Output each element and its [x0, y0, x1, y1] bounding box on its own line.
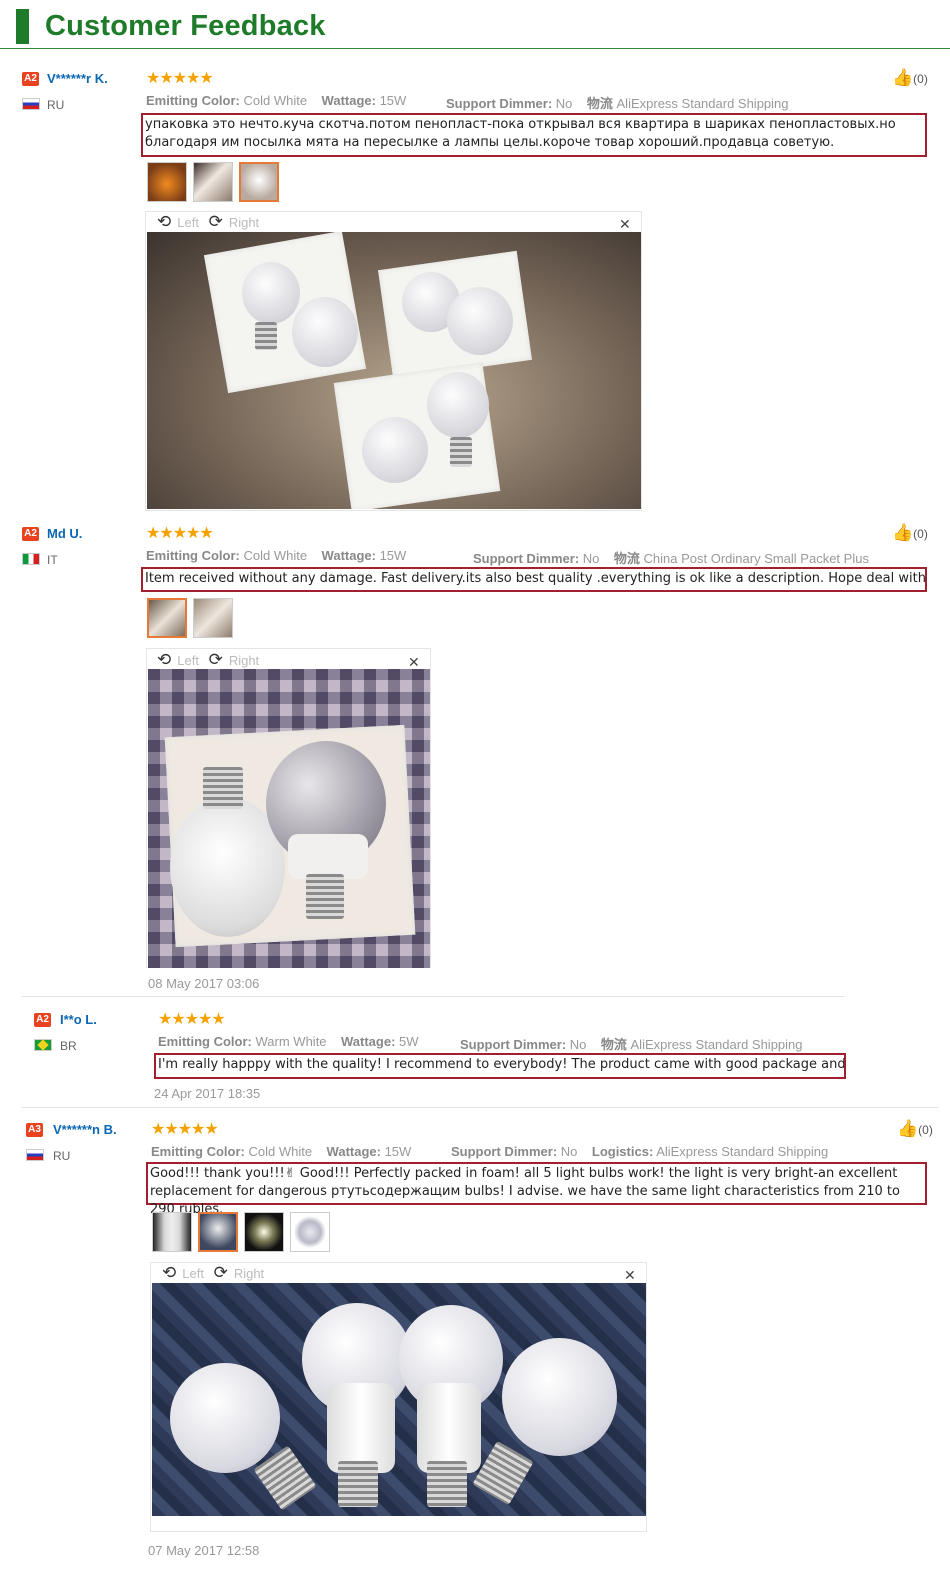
- rotate-right-icon[interactable]: ⟳: [214, 1263, 228, 1282]
- rotate-left-button[interactable]: Left: [177, 653, 199, 668]
- reviewer-name[interactable]: V******n B.: [53, 1122, 117, 1137]
- level-badge: A2: [34, 1013, 51, 1027]
- review-thumbnail[interactable]: [193, 598, 233, 638]
- review-photo: [152, 1283, 646, 1516]
- review-attributes: Emitting Color: Cold White Wattage: 15W: [151, 1144, 412, 1159]
- reviewer-name[interactable]: I**o L.: [60, 1012, 97, 1027]
- flag-ru-icon: [26, 1149, 44, 1161]
- flag-ru-icon: [22, 98, 40, 110]
- reviewer-country: RU: [53, 1149, 71, 1163]
- review-thumbnail[interactable]: [152, 1212, 192, 1252]
- reviewer-name[interactable]: Md U.: [47, 526, 82, 541]
- review-attributes: Emitting Color: Warm White Wattage: 5W: [158, 1034, 419, 1049]
- viewer-toolbar: ⟲ Left ⟳ Right: [157, 650, 265, 670]
- flag-br-icon: [34, 1039, 52, 1051]
- review-attributes: Emitting Color: Cold White Wattage: 15W: [146, 93, 407, 108]
- rating-stars: ★★★★★: [158, 1011, 226, 1028]
- rotate-left-icon[interactable]: ⟲: [162, 1263, 176, 1282]
- rating-stars: ★★★★★: [146, 70, 214, 87]
- review-photo: [147, 232, 641, 509]
- page-title: Customer Feedback: [45, 10, 326, 42]
- review-attributes-2: Support Dimmer: No 物流 AliExpress Standar…: [460, 1037, 803, 1052]
- level-badge: A3: [26, 1123, 43, 1137]
- header-accent-bar: [16, 9, 29, 44]
- like-button[interactable]: 👍(0): [897, 1119, 933, 1139]
- viewer-toolbar: ⟲ Left ⟳ Right: [162, 1263, 270, 1283]
- thumbs-up-icon: 👍: [892, 523, 914, 542]
- flag-it-icon: [22, 553, 40, 565]
- rotate-right-icon[interactable]: ⟳: [209, 212, 223, 231]
- review-thumbnail[interactable]: [147, 162, 187, 202]
- review-attributes: Emitting Color: Cold White Wattage: 15W: [146, 548, 407, 563]
- review-attributes-2: Support Dimmer: No 物流 China Post Ordinar…: [473, 551, 869, 566]
- review-date: 24 Apr 2017 18:35: [154, 1086, 261, 1101]
- rotate-right-button[interactable]: Right: [234, 1266, 264, 1281]
- like-button[interactable]: 👍(0): [892, 68, 928, 88]
- thumbs-up-icon: 👍: [892, 68, 914, 87]
- review-thumbnail[interactable]: [193, 162, 233, 202]
- rotate-left-button[interactable]: Left: [182, 1266, 204, 1281]
- reviewer-country: IT: [47, 553, 58, 567]
- review-text: Item received without any damage. Fast d…: [141, 567, 927, 592]
- header-divider: [0, 48, 950, 49]
- review-thumbnail-selected[interactable]: [239, 162, 279, 202]
- review-attributes-2: Support Dimmer: No Logistics: AliExpress…: [451, 1144, 829, 1159]
- review-thumbnail-selected[interactable]: [198, 1212, 238, 1252]
- viewer-toolbar: ⟲ Left ⟳ Right: [157, 212, 265, 232]
- close-icon[interactable]: ✕: [624, 1267, 636, 1284]
- close-icon[interactable]: ✕: [619, 216, 631, 233]
- review-text: упаковка это нечто.куча скотча.потом пен…: [141, 113, 927, 157]
- rating-stars: ★★★★★: [146, 525, 214, 542]
- review-text: Good!!! thank you!!!✌ Good!!! Perfectly …: [146, 1162, 927, 1217]
- review-attributes-2: Support Dimmer: No 物流 AliExpress Standar…: [446, 96, 789, 111]
- review-photo: [148, 669, 430, 968]
- level-badge: A2: [22, 72, 39, 86]
- review-divider: [22, 1107, 938, 1108]
- level-badge: A2: [22, 527, 39, 541]
- review-date: 07 May 2017 12:58: [148, 1543, 260, 1558]
- review-thumbnail-selected[interactable]: [147, 598, 187, 638]
- like-button[interactable]: 👍(0): [892, 523, 928, 543]
- review-thumbnail[interactable]: [290, 1212, 330, 1252]
- reviewer-country: BR: [60, 1039, 77, 1053]
- reviewer-name[interactable]: V******r K.: [47, 71, 108, 86]
- rotate-left-icon[interactable]: ⟲: [157, 212, 171, 231]
- rotate-right-icon[interactable]: ⟳: [209, 650, 223, 669]
- thumbs-up-icon: 👍: [897, 1119, 919, 1138]
- rotate-left-icon[interactable]: ⟲: [157, 650, 171, 669]
- review-thumbnail[interactable]: [244, 1212, 284, 1252]
- rating-stars: ★★★★★: [151, 1121, 219, 1138]
- reviewer-country: RU: [47, 98, 65, 112]
- review-text: I'm really happpy with the quality! I re…: [154, 1053, 846, 1079]
- rotate-right-button[interactable]: Right: [229, 653, 259, 668]
- review-date: 08 May 2017 03:06: [148, 976, 260, 991]
- review-divider: [22, 996, 844, 997]
- rotate-right-button[interactable]: Right: [229, 215, 259, 230]
- rotate-left-button[interactable]: Left: [177, 215, 199, 230]
